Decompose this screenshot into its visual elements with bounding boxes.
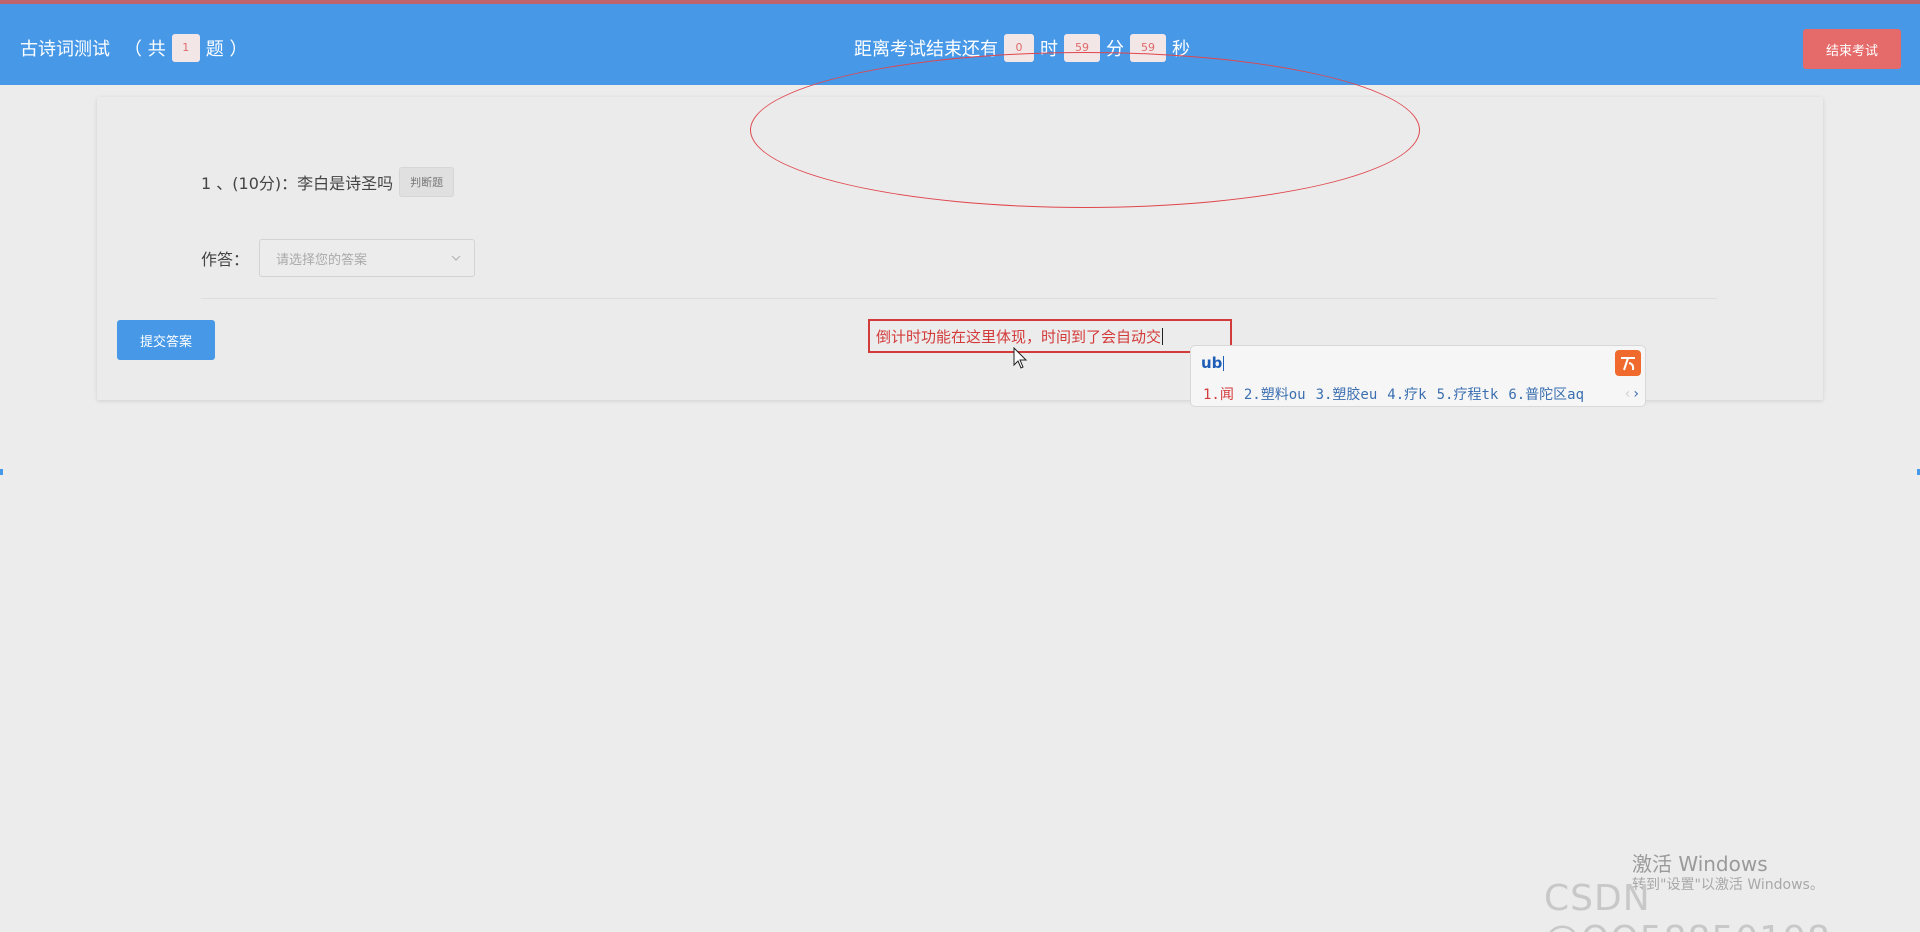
question-row: 1 、(10分)：李白是诗圣吗 判断题 (201, 167, 455, 197)
ime-candidate-5[interactable]: 5.疗程tk (1437, 384, 1499, 404)
annotation-text: 倒计时功能在这里体现，时间到了会自动交 (876, 327, 1162, 346)
ime-composition: ub (1201, 354, 1225, 372)
exam-title-text: 古诗词测试 (20, 39, 110, 60)
question-count-close: 题 ） (205, 39, 248, 60)
ime-logo-icon[interactable] (1615, 350, 1641, 376)
ime-candidate-2[interactable]: 2.塑料ou (1244, 384, 1306, 404)
ime-candidates: 1.闻 2.塑料ou 3.塑胶eu 4.疗k 5.疗程tk 6.普陀区aq (1203, 384, 1594, 404)
submit-answer-button[interactable]: 提交答案 (117, 320, 215, 360)
ime-caret (1223, 355, 1225, 371)
exam-title: 古诗词测试 （ 共 1 题 ） (20, 34, 247, 62)
answer-label: 作答： (201, 250, 250, 269)
divider (201, 298, 1717, 299)
left-edge-marker (0, 469, 3, 475)
ime-composition-text: ub (1201, 354, 1223, 372)
question-count-open: （ 共 (124, 39, 166, 60)
answer-row: 作答： 请选择您的答案 (201, 239, 476, 277)
screen: 古诗词测试 （ 共 1 题 ） 距离考试结束还有 0 时 59 分 59 秒 结… (0, 0, 1920, 932)
ime-logo-glyph (1621, 357, 1635, 371)
ime-candidate-1[interactable]: 1.闻 (1203, 384, 1234, 404)
answer-placeholder: 请选择您的答案 (276, 252, 368, 268)
question-text: 1 、(10分)：李白是诗圣吗 (201, 174, 394, 193)
chevron-left-icon[interactable]: ‹ (1625, 386, 1631, 402)
chevron-down-icon (451, 255, 461, 261)
ime-candidate-6[interactable]: 6.普陀区aq (1508, 384, 1584, 404)
mouse-cursor-icon (1013, 347, 1028, 369)
annotation-textbox[interactable]: 倒计时功能在这里体现，时间到了会自动交 (868, 319, 1232, 353)
annotation-ellipse (750, 52, 1420, 208)
end-exam-button[interactable]: 结束考试 (1803, 29, 1901, 69)
chevron-right-icon[interactable]: › (1633, 386, 1639, 402)
ime-candidate-3[interactable]: 3.塑胶eu (1316, 384, 1378, 404)
ime-page-arrows: ‹ › (1625, 386, 1639, 402)
ime-candidate-4[interactable]: 4.疗k (1387, 384, 1426, 404)
windows-activation-title: 激活 Windows (1632, 852, 1768, 876)
question-type-tag: 判断题 (399, 167, 455, 197)
question-count-badge: 1 (171, 34, 200, 62)
csdn-watermark: CSDN @QQ58850198 (1544, 878, 1830, 932)
answer-select[interactable]: 请选择您的答案 (259, 239, 476, 277)
ime-candidate-panel: ub 1.闻 2.塑料ou 3.塑胶eu 4.疗k 5.疗程tk 6.普陀区aq… (1190, 345, 1646, 407)
text-caret (1162, 327, 1164, 345)
